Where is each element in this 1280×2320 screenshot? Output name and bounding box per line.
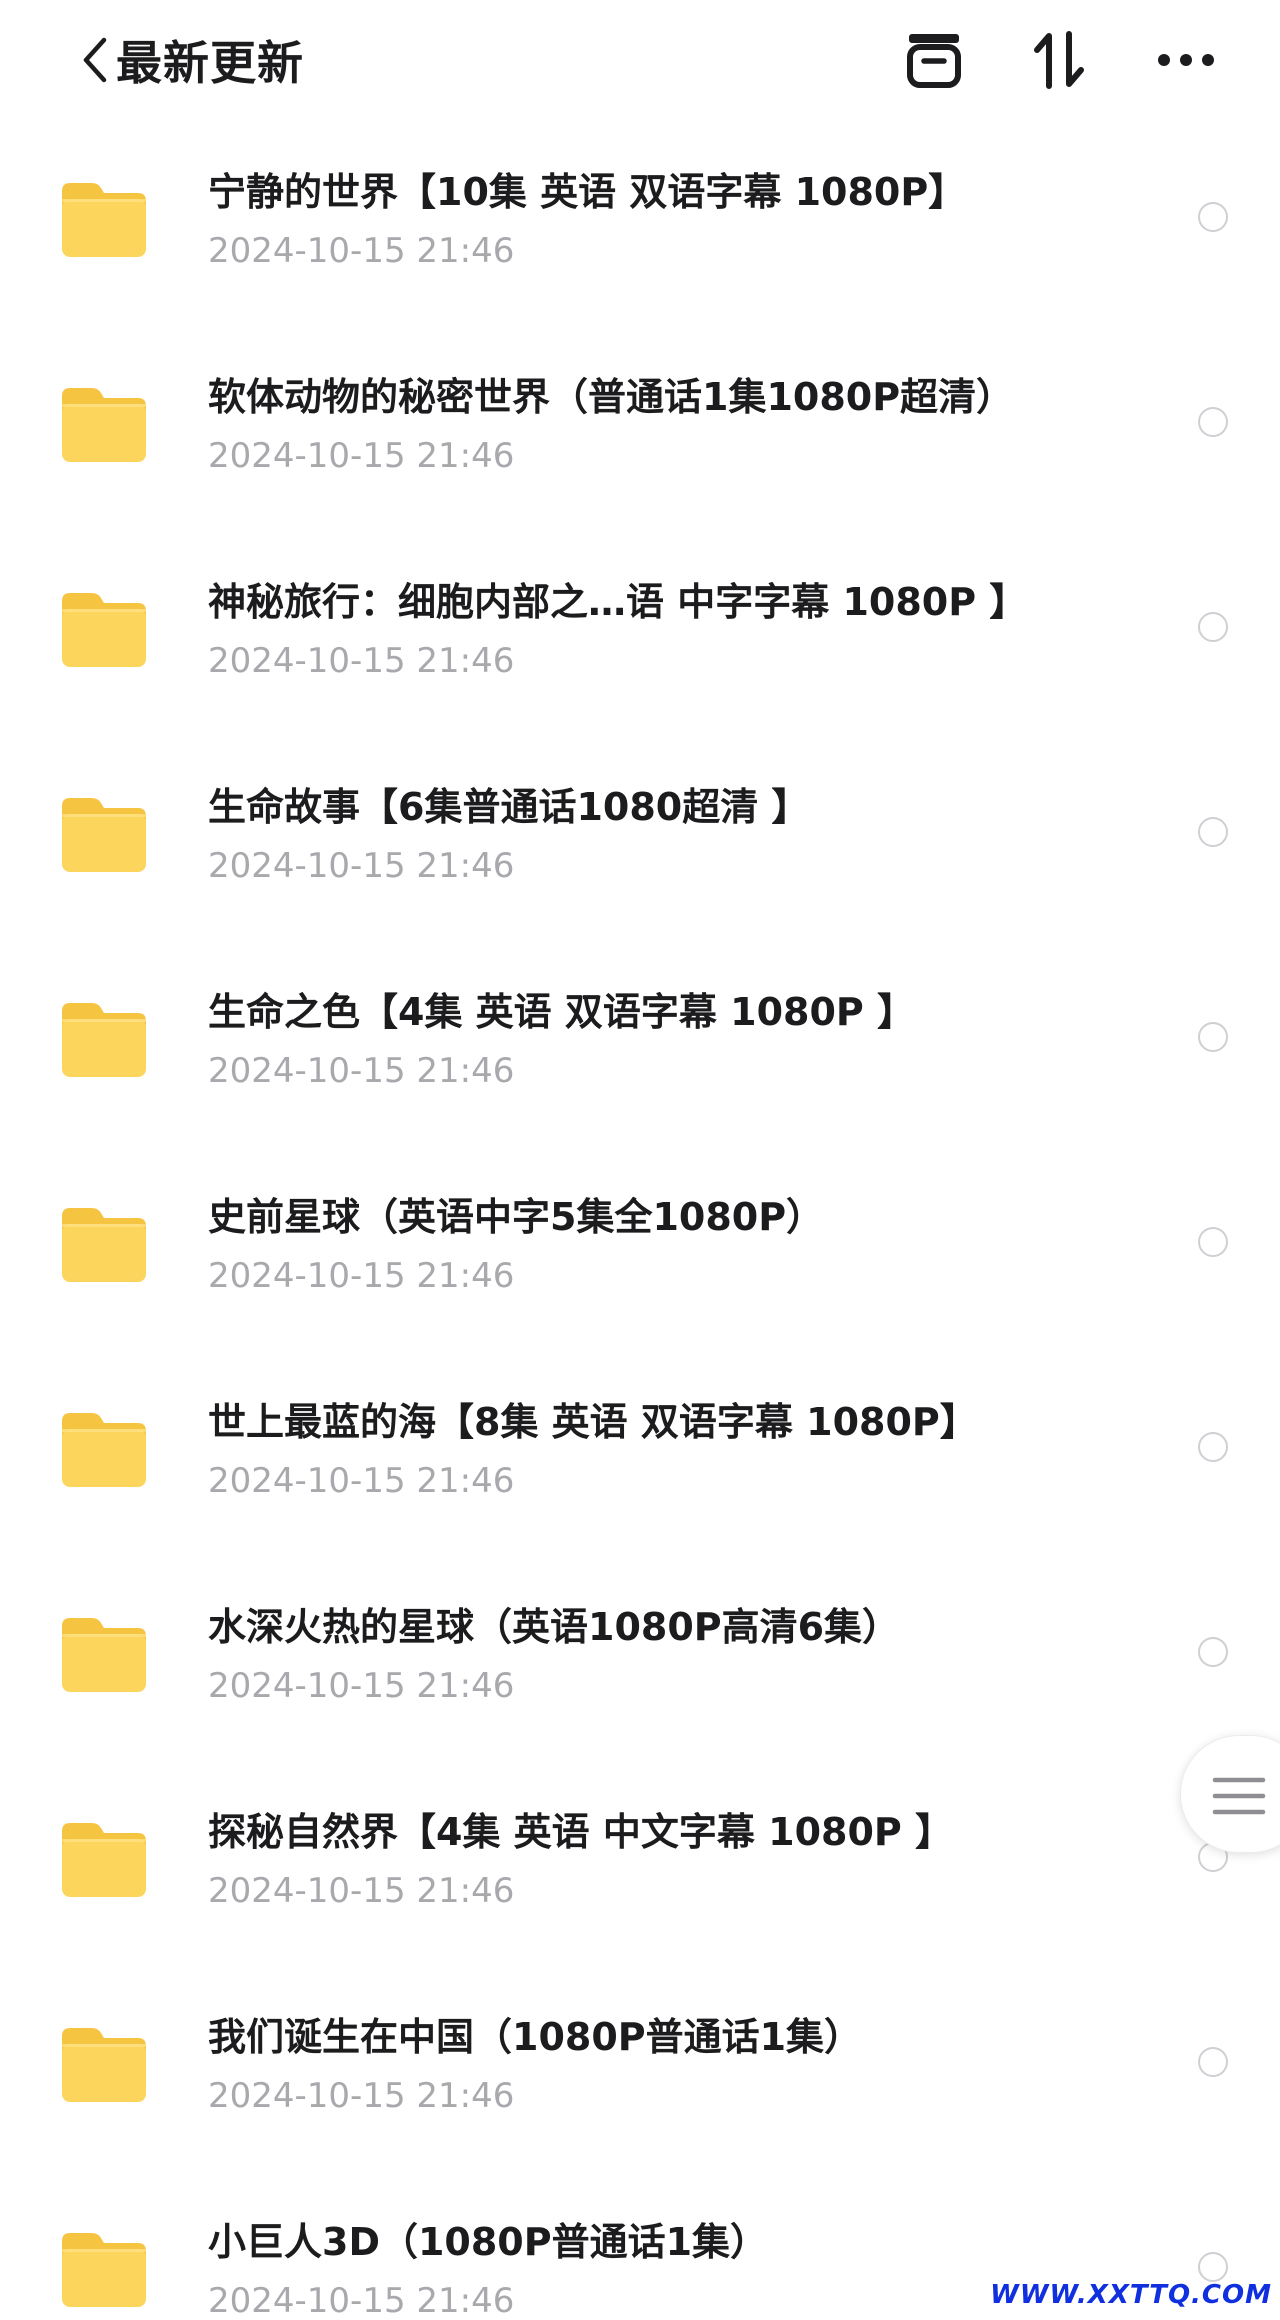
file-list-screen: 最新更新 宁静的世界【10集 英语 双语字幕 1080P】 2024-10-15… [0, 0, 1280, 2320]
folder-name: 探秘自然界【4集 英语 中文字幕 1080P 】 [208, 1810, 953, 1854]
folder-date: 2024-10-15 21:46 [208, 641, 515, 681]
folder-date: 2024-10-15 21:46 [208, 1256, 515, 1296]
folder-date: 2024-10-15 21:46 [208, 231, 515, 271]
page-title: 最新更新 [116, 36, 304, 90]
folder-icon [58, 177, 150, 261]
folder-name: 生命故事【6集普通话1080超清 】 [208, 785, 810, 829]
folder-name: 史前星球（英语中字5集全1080P） [208, 1195, 825, 1239]
folder-icon [58, 1202, 150, 1286]
folder-row[interactable]: 世上最蓝的海【8集 英语 双语字幕 1080P】 2024-10-15 21:46 [0, 1367, 1280, 1572]
folder-icon [58, 1407, 150, 1491]
select-radio[interactable] [1198, 1432, 1228, 1462]
select-radio[interactable] [1198, 1637, 1228, 1667]
folder-date: 2024-10-15 21:46 [208, 1666, 515, 1706]
top-bar: 最新更新 [0, 0, 1280, 120]
select-radio[interactable] [1198, 202, 1228, 232]
folder-row[interactable]: 软体动物的秘密世界（普通话1集1080P超清） 2024-10-15 21:46 [0, 342, 1280, 547]
archive-button[interactable] [896, 22, 972, 98]
select-radio[interactable] [1198, 612, 1228, 642]
folder-row[interactable]: 史前星球（英语中字5集全1080P） 2024-10-15 21:46 [0, 1162, 1280, 1367]
archive-box-icon [903, 29, 965, 91]
folder-icon [58, 792, 150, 876]
more-dots-icon [1154, 50, 1218, 70]
folder-icon [58, 2022, 150, 2106]
hamburger-icon [1212, 1777, 1266, 1815]
back-chevron-icon [80, 36, 110, 84]
folder-name: 水深火热的星球（英语1080P高清6集） [208, 1605, 901, 1649]
select-radio[interactable] [1198, 407, 1228, 437]
select-radio[interactable] [1198, 2252, 1228, 2282]
watermark-text: WWW.XXTTQ.COM [990, 2280, 1272, 2310]
folder-row[interactable]: 水深火热的星球（英语1080P高清6集） 2024-10-15 21:46 [0, 1572, 1280, 1777]
folder-list: 宁静的世界【10集 英语 双语字幕 1080P】 2024-10-15 21:46… [0, 137, 1280, 2320]
folder-name: 软体动物的秘密世界（普通话1集1080P超清） [208, 375, 1015, 419]
folder-row[interactable]: 生命之色【4集 英语 双语字幕 1080P 】 2024-10-15 21:46 [0, 957, 1280, 1162]
folder-icon [58, 1612, 150, 1696]
folder-row[interactable]: 我们诞生在中国（1080P普通话1集） 2024-10-15 21:46 [0, 1982, 1280, 2187]
sort-button[interactable] [1022, 22, 1098, 98]
folder-name: 我们诞生在中国（1080P普通话1集） [208, 2015, 863, 2059]
folder-name: 神秘旅行：细胞内部之…语 中字字幕 1080P 】 [208, 580, 1028, 624]
more-options-button[interactable] [1148, 22, 1224, 98]
folder-name: 小巨人3D（1080P普通话1集） [208, 2220, 769, 2264]
folder-name: 生命之色【4集 英语 双语字幕 1080P 】 [208, 990, 915, 1034]
folder-date: 2024-10-15 21:46 [208, 2281, 515, 2320]
folder-date: 2024-10-15 21:46 [208, 2076, 515, 2116]
folder-icon [58, 997, 150, 1081]
back-button[interactable]: 最新更新 [80, 22, 304, 98]
folder-row[interactable]: 探秘自然界【4集 英语 中文字幕 1080P 】 2024-10-15 21:46 [0, 1777, 1280, 1982]
folder-date: 2024-10-15 21:46 [208, 846, 515, 886]
select-radio[interactable] [1198, 1022, 1228, 1052]
folder-date: 2024-10-15 21:46 [208, 1051, 515, 1091]
folder-icon [58, 382, 150, 466]
folder-row[interactable]: 宁静的世界【10集 英语 双语字幕 1080P】 2024-10-15 21:46 [0, 137, 1280, 342]
folder-row[interactable]: 生命故事【6集普通话1080超清 】 2024-10-15 21:46 [0, 752, 1280, 957]
folder-icon [58, 2227, 150, 2311]
folder-date: 2024-10-15 21:46 [208, 436, 515, 476]
folder-row[interactable]: 神秘旅行：细胞内部之…语 中字字幕 1080P 】 2024-10-15 21:4… [0, 547, 1280, 752]
sort-arrows-icon [1029, 28, 1091, 92]
folder-name: 宁静的世界【10集 英语 双语字幕 1080P】 [208, 170, 967, 214]
select-radio[interactable] [1198, 2047, 1228, 2077]
folder-date: 2024-10-15 21:46 [208, 1461, 515, 1501]
select-radio[interactable] [1198, 817, 1228, 847]
folder-icon [58, 1817, 150, 1901]
folder-date: 2024-10-15 21:46 [208, 1871, 515, 1911]
select-radio[interactable] [1198, 1227, 1228, 1257]
folder-icon [58, 587, 150, 671]
folder-name: 世上最蓝的海【8集 英语 双语字幕 1080P】 [208, 1400, 978, 1444]
